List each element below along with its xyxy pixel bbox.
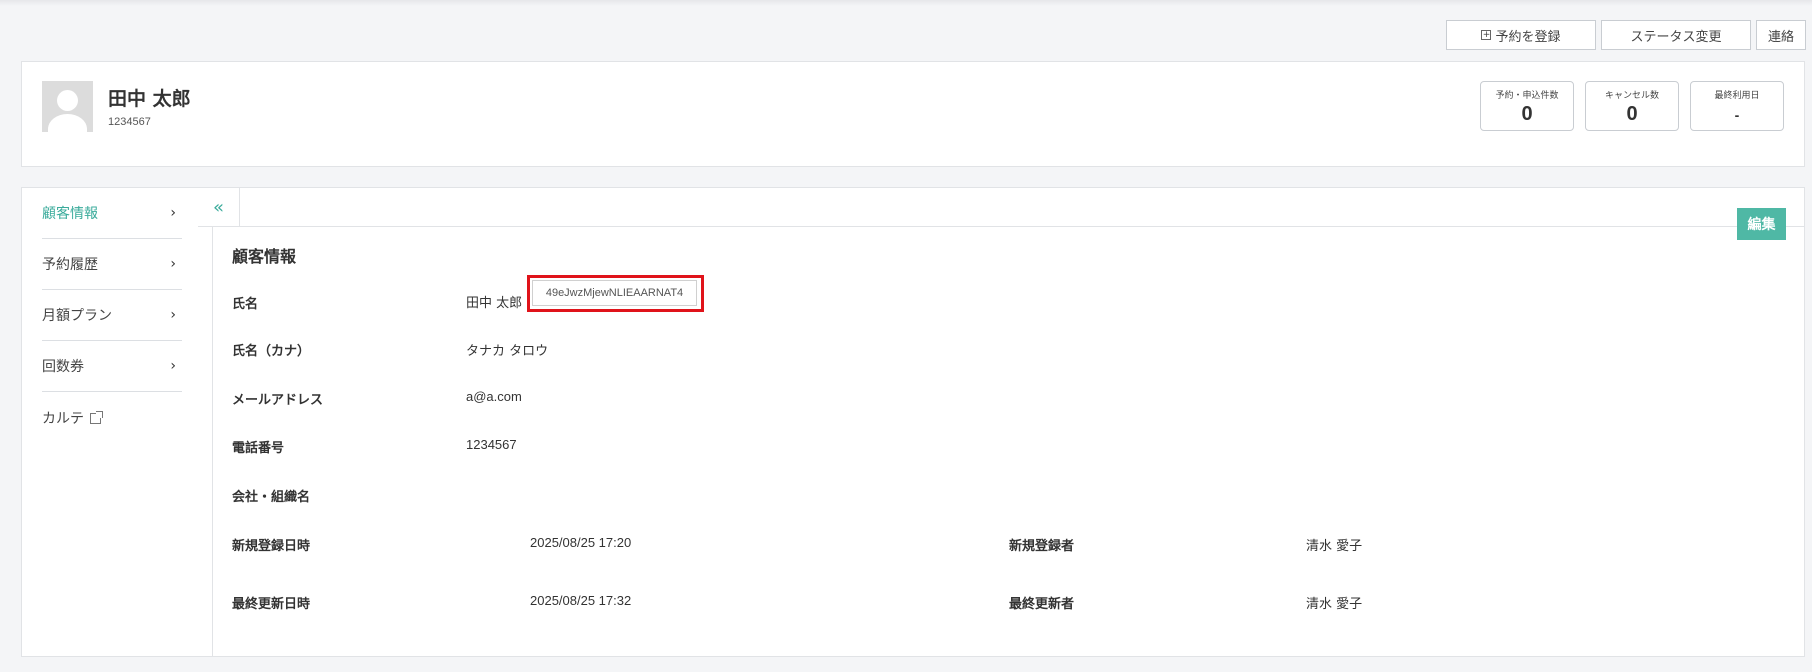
field-value-kana: タナカ タロウ: [466, 344, 549, 359]
sidebar: 顧客情報 › 予約履歴 › 月額プラン › 回数券 › カルテ: [42, 188, 182, 443]
main-panel: 顧客情報 › 予約履歴 › 月額プラン › 回数券 › カルテ « 編集 顧客情…: [21, 187, 1805, 657]
avatar: [42, 81, 93, 132]
stat-reservations: 予約・申込件数 0: [1480, 81, 1574, 131]
sidebar-item-label: カルテ: [42, 410, 84, 427]
avatar-body-icon: [48, 114, 87, 132]
meta-updated-at-label: 最終更新日時: [232, 597, 311, 612]
meta-updated-by: 清水 愛子: [1306, 597, 1363, 612]
meta-created-by: 清水 愛子: [1306, 539, 1363, 554]
sidebar-item-monthly-plan[interactable]: 月額プラン ›: [42, 290, 182, 341]
sidebar-item-chart[interactable]: カルテ: [42, 392, 182, 443]
stat-value: -: [1734, 107, 1740, 123]
stat-value: 0: [1521, 103, 1533, 125]
customer-id: 1234567: [108, 116, 151, 128]
chevron-right-icon: ›: [170, 256, 176, 272]
customer-name: 田中 太郎: [108, 88, 191, 110]
stat-label: 最終利用日: [1714, 91, 1760, 101]
meta-created-at: 2025/08/25 17:20: [530, 535, 632, 550]
sidebar-item-label: 顧客情報: [42, 206, 98, 222]
sidebar-item-reservation-history[interactable]: 予約履歴 ›: [42, 239, 182, 290]
section-title: 顧客情報: [232, 247, 297, 266]
sidebar-item-label: 予約履歴: [42, 257, 98, 273]
field-value-phone: 1234567: [466, 437, 517, 452]
add-reservation-button[interactable]: + 予約を登録: [1446, 20, 1596, 50]
action-bar: + 予約を登録 ステータス変更 連絡: [1446, 20, 1806, 50]
highlight-box: [527, 275, 704, 312]
sidebar-item-label: 回数券: [42, 359, 84, 375]
chevron-right-icon: ›: [170, 205, 176, 221]
plus-square-icon: +: [1481, 30, 1492, 40]
stats-group: 予約・申込件数 0 キャンセル数 0 最終利用日 -: [1480, 81, 1784, 131]
meta-created-at-label: 新規登録日時: [232, 539, 311, 554]
sidebar-item-customer-info[interactable]: 顧客情報 ›: [42, 188, 182, 239]
external-link-icon: [90, 411, 103, 424]
field-value-email: a@a.com: [466, 389, 522, 404]
avatar-head-icon: [57, 90, 78, 111]
change-status-button[interactable]: ステータス変更: [1601, 20, 1751, 50]
stat-label: キャンセル数: [1604, 91, 1659, 101]
meta-updated-by-label: 最終更新者: [1009, 597, 1075, 612]
field-value-name: 田中 太郎: [466, 296, 523, 311]
field-label-kana: 氏名（カナ）: [232, 344, 311, 359]
chevron-right-icon: ›: [170, 307, 176, 323]
field-label-name: 氏名: [232, 297, 259, 312]
field-label-company: 会社・組織名: [232, 490, 311, 505]
profile-card: 田中 太郎 1234567 予約・申込件数 0 キャンセル数 0 最終利用日 -: [21, 61, 1805, 167]
chevron-right-icon: ›: [170, 358, 176, 374]
stat-label: 予約・申込件数: [1495, 91, 1559, 101]
meta-created-by-label: 新規登録者: [1009, 539, 1075, 554]
field-label-email: メールアドレス: [232, 393, 324, 408]
add-reservation-label: 予約を登録: [1495, 29, 1561, 45]
sidebar-item-label: 月額プラン: [42, 308, 112, 324]
double-chevron-left-icon: «: [212, 196, 224, 218]
sidebar-item-coupons[interactable]: 回数券 ›: [42, 341, 182, 392]
field-label-phone: 電話番号: [232, 441, 285, 456]
collapse-sidebar-button[interactable]: «: [198, 188, 240, 227]
stat-last-use: 最終利用日 -: [1690, 81, 1784, 131]
top-shadow: [0, 0, 1812, 6]
stat-value: 0: [1626, 103, 1638, 125]
contact-button[interactable]: 連絡: [1756, 20, 1806, 50]
meta-updated-at: 2025/08/25 17:32: [530, 593, 632, 608]
edit-button[interactable]: 編集: [1737, 208, 1786, 240]
stat-cancellations: キャンセル数 0: [1585, 81, 1679, 131]
sidebar-item-label-wrap: カルテ: [42, 408, 103, 428]
